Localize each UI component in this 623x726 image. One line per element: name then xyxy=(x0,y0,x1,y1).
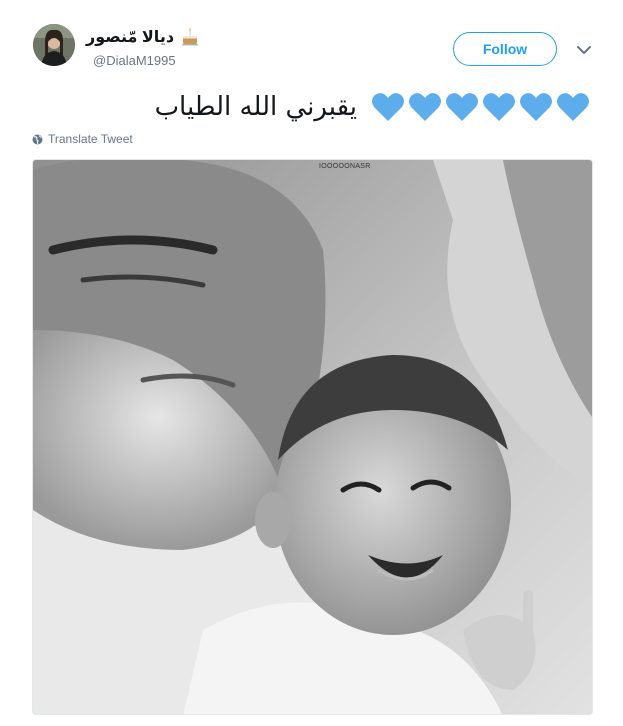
globe-icon xyxy=(32,134,43,144)
chevron-down-icon[interactable] xyxy=(573,40,595,60)
translate-label: Translate Tweet xyxy=(48,132,133,146)
display-name[interactable]: ديالا مّنصور xyxy=(86,27,174,47)
follow-button[interactable]: Follow xyxy=(453,32,557,66)
tweet-text-content: يقبرني الله الطياب xyxy=(154,92,357,122)
user-handle[interactable]: @DialaM1995 xyxy=(93,53,176,68)
blue-heart-icon xyxy=(557,93,589,121)
blue-heart-icon xyxy=(372,93,404,121)
tweet-photo[interactable]: IOOOOONASR xyxy=(32,159,593,715)
blue-heart-icon xyxy=(483,93,515,121)
blue-heart-icon xyxy=(520,93,552,121)
blue-heart-icon xyxy=(446,93,478,121)
hearts-row xyxy=(371,91,590,123)
avatar[interactable] xyxy=(33,24,75,66)
tweet-text: يقبرني الله الطياب xyxy=(150,84,590,130)
cake-icon xyxy=(180,27,200,47)
photo-watermark: IOOOOONASR xyxy=(319,163,371,170)
user-name-row[interactable]: ديالا مّنصور xyxy=(86,27,200,47)
blue-heart-icon xyxy=(409,93,441,121)
translate-tweet-link[interactable]: Translate Tweet xyxy=(32,132,133,146)
tweet-card: ديالا مّنصور @DialaM1995 Follow يقبرني ا… xyxy=(0,0,623,726)
